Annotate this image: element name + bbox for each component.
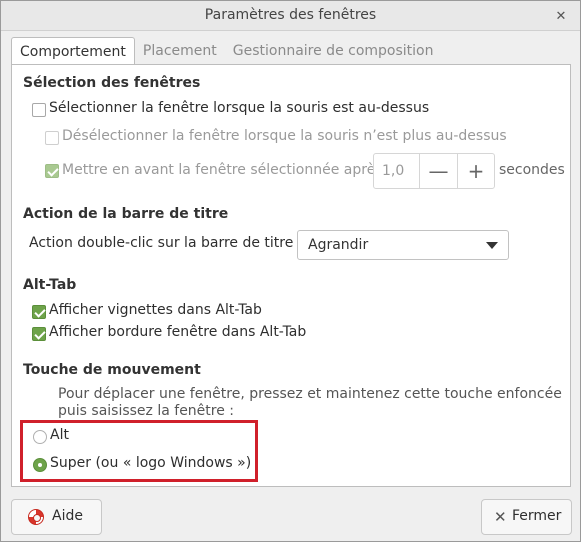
help-button[interactable]: Aide <box>11 499 102 535</box>
annotation-highlight-box <box>20 420 258 482</box>
raise-delay-spinner[interactable]: 1,0 — + <box>373 153 495 189</box>
move-key-description-line1: Pour déplacer une fenêtre, pressez et ma… <box>58 386 562 402</box>
tab-panel: Sélection des fenêtres Sélectionner la f… <box>11 64 571 487</box>
unfocus-on-leave-label[interactable]: Désélectionner la fenêtre lorsque la sou… <box>62 128 507 144</box>
window: Paramètres des fenêtres ✕ Comportement P… <box>0 0 581 542</box>
double-click-action-label: Action double-clic sur la barre de titre… <box>29 235 303 251</box>
lifebuoy-icon <box>28 509 44 525</box>
raise-delay-unit: secondes <box>499 162 565 178</box>
raise-after-label[interactable]: Mettre en avant la fenêtre sélectionnée … <box>62 162 383 178</box>
increment-plus-icon[interactable]: + <box>457 154 494 188</box>
tab-gestionnaire-composition[interactable]: Gestionnaire de composition <box>225 37 442 65</box>
section-heading-titlebar: Action de la barre de titre <box>23 206 229 222</box>
double-click-action-value: Agrandir <box>308 237 369 253</box>
alttab-thumbnails-label[interactable]: Afficher vignettes dans Alt-Tab <box>49 302 262 318</box>
tab-bar: Comportement Placement Gestionnaire de c… <box>11 37 441 65</box>
close-button-label: Fermer <box>512 508 562 524</box>
alttab-thumbnails-checkbox[interactable] <box>32 305 46 319</box>
raise-delay-value[interactable]: 1,0 <box>374 154 420 188</box>
focus-follows-mouse-checkbox[interactable] <box>32 103 46 117</box>
focus-follows-mouse-label[interactable]: Sélectionner la fenêtre lorsque la souri… <box>49 100 429 116</box>
close-icon: ✕ <box>494 508 507 526</box>
titlebar: Paramètres des fenêtres ✕ <box>1 1 580 31</box>
window-close-icon[interactable]: ✕ <box>552 7 570 25</box>
section-heading-alttab: Alt-Tab <box>23 277 77 293</box>
help-button-label: Aide <box>52 508 83 524</box>
window-title: Paramètres des fenêtres <box>204 7 377 23</box>
section-heading-move-key: Touche de mouvement <box>23 362 201 378</box>
tab-comportement[interactable]: Comportement <box>11 37 135 65</box>
close-button[interactable]: ✕ Fermer <box>481 499 572 535</box>
double-click-action-dropdown[interactable]: Agrandir <box>297 230 509 260</box>
tab-placement[interactable]: Placement <box>135 37 225 65</box>
move-key-description-line2: puis saisissez la fenêtre : <box>58 403 235 419</box>
chevron-down-icon <box>486 242 498 249</box>
alttab-border-label[interactable]: Afficher bordure fenêtre dans Alt-Tab <box>49 324 306 340</box>
raise-after-checkbox[interactable] <box>45 164 59 178</box>
alttab-border-checkbox[interactable] <box>32 327 46 341</box>
section-heading-selection: Sélection des fenêtres <box>23 75 201 91</box>
unfocus-on-leave-checkbox[interactable] <box>45 131 59 145</box>
decrement-minus-icon[interactable]: — <box>420 154 457 188</box>
